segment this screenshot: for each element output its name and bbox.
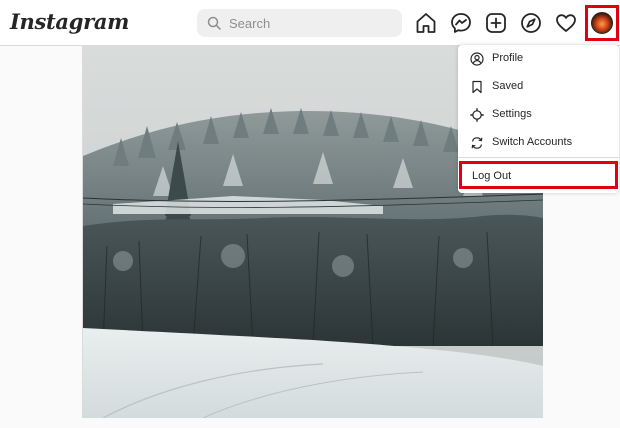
messenger-icon[interactable] — [449, 11, 473, 35]
new-post-icon[interactable] — [484, 11, 508, 35]
settings-icon — [470, 108, 484, 122]
home-icon[interactable] — [414, 11, 438, 35]
menu-item-settings[interactable]: Settings — [458, 101, 619, 129]
switch-icon — [471, 137, 483, 149]
top-navigation-bar: Instagram — [0, 0, 620, 46]
menu-divider — [458, 157, 619, 158]
avatar[interactable] — [591, 12, 613, 34]
menu-item-switch-accounts[interactable]: Switch Accounts — [458, 129, 619, 157]
logout-button[interactable]: Log Out — [459, 161, 618, 189]
instagram-logo[interactable]: Instagram — [10, 9, 129, 34]
menu-item-label: Switch Accounts — [492, 136, 573, 148]
profile-icon — [470, 52, 484, 66]
logout-label: Log Out — [472, 170, 512, 182]
profile-avatar-highlight[interactable] — [585, 5, 619, 41]
search-box[interactable] — [197, 9, 402, 37]
activity-heart-icon[interactable] — [554, 11, 578, 35]
explore-icon[interactable] — [519, 11, 543, 35]
menu-item-label: Profile — [492, 52, 524, 64]
bookmark-icon — [472, 80, 482, 94]
menu-item-label: Saved — [492, 80, 524, 92]
menu-item-saved[interactable]: Saved — [458, 73, 619, 101]
search-icon — [207, 16, 221, 30]
menu-item-label: Settings — [492, 108, 532, 120]
menu-item-profile[interactable]: Profile — [458, 45, 619, 73]
search-input[interactable] — [229, 9, 394, 37]
